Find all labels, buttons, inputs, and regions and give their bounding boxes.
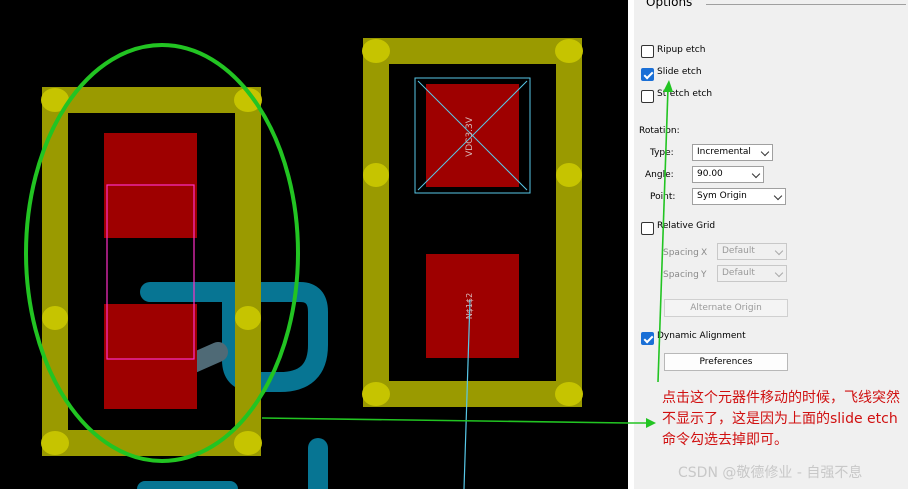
silk-pin <box>362 39 390 63</box>
spacing-x-axis: X <box>701 248 708 258</box>
annotation-text: 点击这个元器件移动的时候，飞线突然不显示了，这是因为上面的slide etch命… <box>662 390 900 448</box>
ripup-etch-checkbox[interactable] <box>641 45 654 58</box>
stretch-etch-label: Stretch etch <box>657 89 713 99</box>
silk-pin <box>234 431 262 455</box>
angle-value: 90.00 <box>697 169 723 179</box>
relative-grid-label: Relative Grid <box>657 221 716 231</box>
chevron-down-icon <box>773 191 783 201</box>
point-value: Sym Origin <box>697 191 747 201</box>
dynamic-alignment-label: Dynamic Alignment <box>657 331 746 341</box>
spacing-y-combo[interactable]: Default <box>717 265 787 282</box>
silk-pin <box>362 382 390 406</box>
angle-combo[interactable]: 90.00 <box>692 166 764 183</box>
angle-label: Angle: <box>645 170 674 180</box>
pad-net-label: VDC3.3V <box>465 116 475 157</box>
silk-pin <box>555 39 583 63</box>
slide-etch-checkbox[interactable] <box>641 68 654 81</box>
alternate-origin-button[interactable]: Alternate Origin <box>664 299 788 317</box>
spacing-x-label: Spacing <box>663 248 699 258</box>
chevron-down-icon <box>760 147 770 157</box>
silk-pin <box>42 306 68 330</box>
silk-pin <box>41 431 69 455</box>
stretch-etch-checkbox[interactable] <box>641 90 654 103</box>
type-label: Type: <box>650 148 674 158</box>
silk-pin <box>556 163 582 187</box>
type-select[interactable]: Incremental <box>692 144 773 161</box>
silk-pin <box>555 382 583 406</box>
pcb-canvas[interactable]: VDC3.3V N$1$2 <box>0 0 628 489</box>
preferences-button[interactable]: Preferences <box>664 353 788 371</box>
point-label: Point: <box>650 192 676 202</box>
group-title-divider <box>706 4 906 5</box>
chevron-down-icon <box>774 246 784 256</box>
right-footprint[interactable]: VDC3.3V N$1$2 <box>362 38 583 407</box>
spacing-y-label: Spacing <box>663 270 699 280</box>
chevron-down-icon <box>751 169 761 179</box>
annotation-arrow-line <box>261 417 628 424</box>
watermark: CSDN @敬德修业 - 自强不息 <box>678 465 863 481</box>
spacing-x-combo[interactable]: Default <box>717 243 787 260</box>
chevron-down-icon <box>774 268 784 278</box>
pad-bottom[interactable] <box>104 304 197 409</box>
options-group-title: Options <box>642 0 697 9</box>
spacing-y-value: Default <box>722 268 755 278</box>
spacing-y-axis: Y <box>701 270 707 280</box>
rotation-label: Rotation: <box>639 126 680 136</box>
spacing-x-value: Default <box>722 246 755 256</box>
type-value: Incremental <box>697 147 751 157</box>
pcb-layout[interactable]: VDC3.3V N$1$2 <box>0 0 628 489</box>
left-footprint[interactable] <box>41 87 262 456</box>
silk-pin <box>363 163 389 187</box>
relative-grid-checkbox[interactable] <box>641 222 654 235</box>
slide-etch-label: Slide etch <box>657 67 702 77</box>
dynamic-alignment-checkbox[interactable] <box>641 332 654 345</box>
ripup-etch-label: Ripup etch <box>657 45 706 55</box>
silk-pin <box>235 306 261 330</box>
point-select[interactable]: Sym Origin <box>692 188 786 205</box>
